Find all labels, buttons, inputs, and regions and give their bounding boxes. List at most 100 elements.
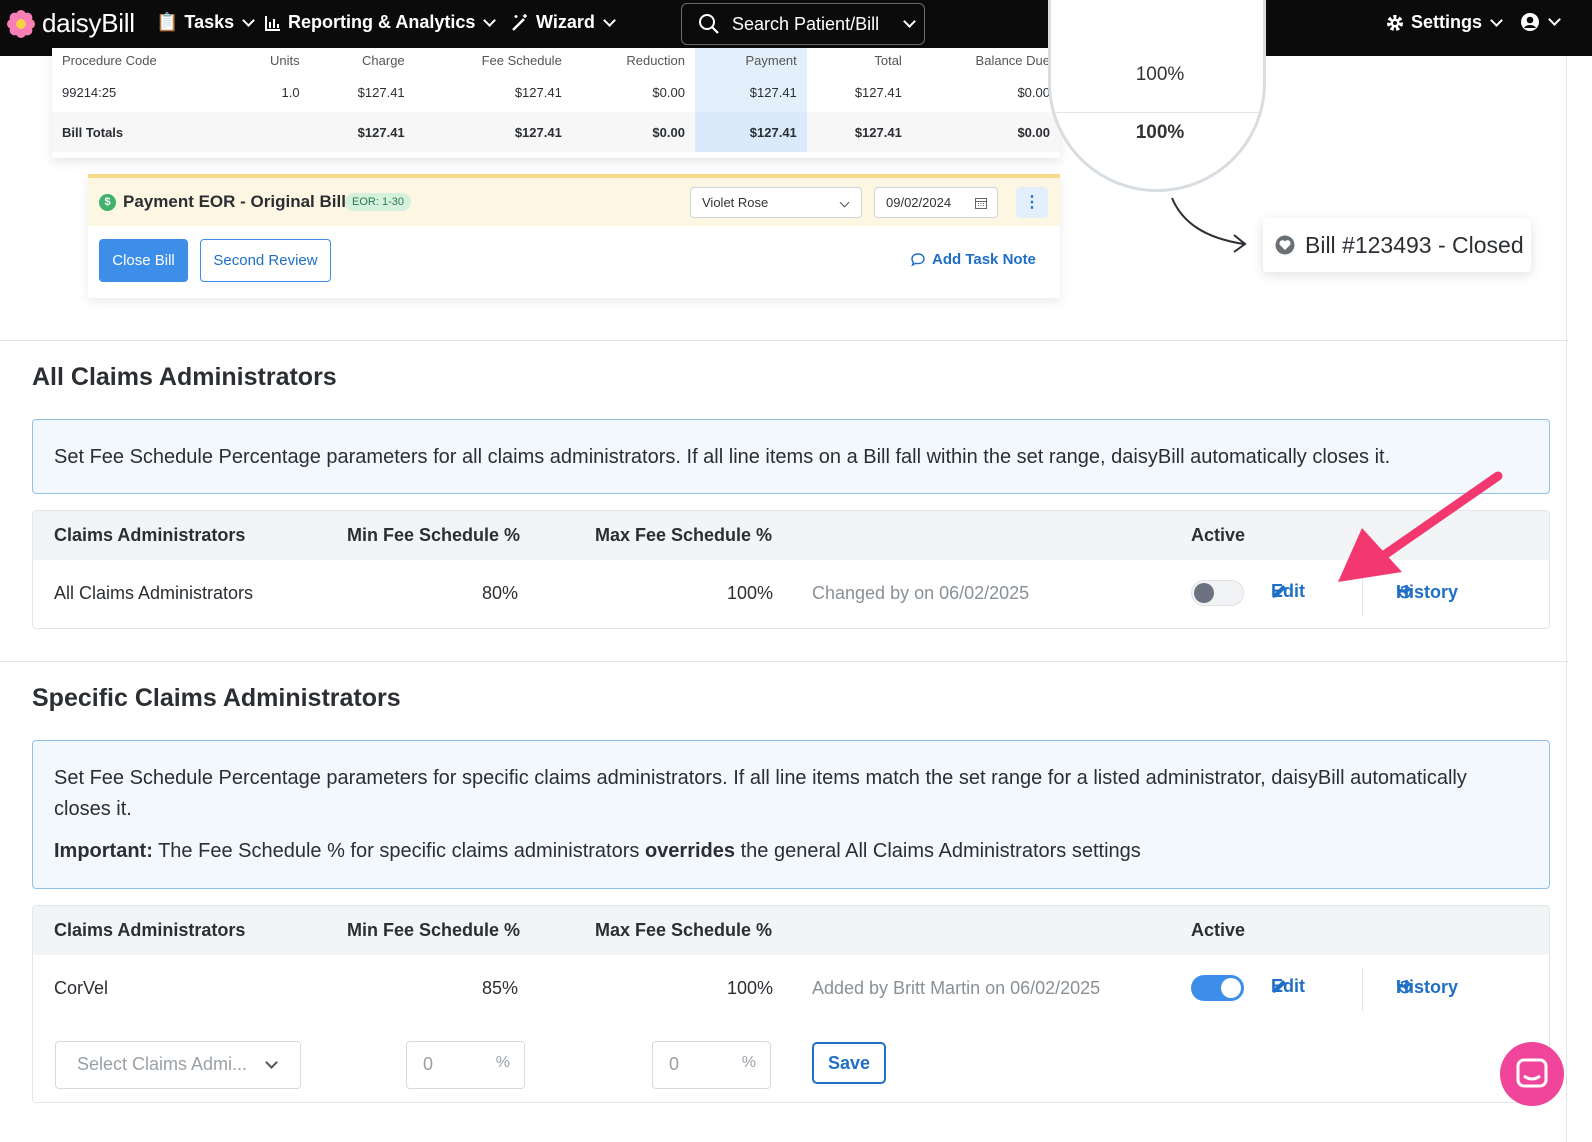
min-fee-input[interactable]: 0 % — [406, 1041, 525, 1089]
pointer-arrow-icon — [1338, 471, 1503, 582]
assignee-value: Violet Rose — [702, 195, 769, 210]
assignee-select[interactable]: Violet Rose — [690, 187, 862, 218]
search-icon — [699, 14, 719, 34]
percent-suffix: % — [495, 1054, 510, 1071]
nav-user-menu[interactable] — [1520, 12, 1561, 32]
heart-icon — [1275, 235, 1295, 255]
logo-text: daisyBill — [42, 8, 135, 38]
table-header: Claims Administrators Min Fee Schedule %… — [33, 511, 1549, 560]
specific-admins-info: Set Fee Schedule Percentage parameters f… — [32, 740, 1550, 889]
date-input[interactable]: 09/02/2024 — [874, 187, 998, 218]
col-min-fee: Min Fee Schedule % — [347, 920, 521, 940]
chevron-down-icon — [602, 13, 616, 27]
active-toggle[interactable] — [1191, 975, 1244, 1001]
all-admins-info: Set Fee Schedule Percentage parameters f… — [32, 419, 1550, 494]
nav-reporting[interactable]: Reporting & Analytics — [264, 12, 497, 33]
close-bill-button[interactable]: Close Bill — [99, 239, 188, 282]
col-max-fee: Max Fee Schedule % — [595, 920, 773, 940]
col-units: Units — [269, 52, 300, 68]
edit-link[interactable]: Edit — [1271, 976, 1305, 996]
max-fee-input-value: 0 — [669, 1054, 680, 1074]
min-fee-value: 80% — [482, 583, 519, 603]
calendar-icon — [975, 198, 987, 209]
search-patient-bill[interactable]: Search Patient/Bill — [681, 3, 925, 45]
specific-admins-table: Claims Administrators Min Fee Schedule %… — [32, 905, 1550, 1103]
all-admins-title: All Claims Administrators — [32, 363, 337, 391]
history-dropdown[interactable]: History — [1396, 977, 1458, 997]
edit-label: Edit — [1271, 581, 1305, 601]
important-label: Important: — [54, 840, 153, 862]
cell — [231, 112, 310, 152]
col-reduction: Reduction — [626, 52, 685, 68]
col-active: Active — [1191, 525, 1246, 545]
cell: $127.41 — [309, 112, 415, 152]
col-min-fee: Min Fee Schedule % — [347, 525, 521, 545]
eor-title: Payment EOR - Original Bill — [123, 192, 346, 211]
admin-name: CorVel — [54, 978, 109, 998]
cell: $127.41 — [694, 112, 807, 152]
table-row: 99214:25 1.0 $127.41 $127.41 $0.00 $127.… — [52, 72, 1060, 112]
cell: $0.00 — [911, 112, 1060, 152]
daisybill-logo[interactable]: daisyBill — [6, 8, 135, 39]
magnifier-callout: 100% 100% — [1048, 0, 1266, 192]
specific-admins-title: Specific Claims Administrators — [32, 684, 401, 712]
nav-tasks[interactable]: 📋 Tasks — [156, 12, 255, 33]
bill-status-text: Bill #123493 - Closed — [1305, 231, 1524, 258]
col-charge: Charge — [362, 52, 405, 68]
changed-by-text: Changed by on 06/02/2025 — [812, 583, 1030, 603]
bill-line-items-table: Procedure Code Units Charge Fee Schedule… — [52, 48, 1060, 152]
bill-line-items-card: Procedure Code Units Charge Fee Schedule… — [52, 48, 1060, 158]
nav-tasks-label: Tasks — [184, 12, 235, 32]
col-max-fee: Max Fee Schedule % — [595, 525, 773, 545]
col-payment: Payment — [694, 48, 807, 72]
comment-icon — [911, 252, 925, 266]
select-claims-admin[interactable]: Select Claims Admi... — [55, 1041, 301, 1089]
table-row: CorVel 85% 100% Added by Britt Martin on… — [33, 955, 1549, 1023]
user-avatar-icon — [1521, 13, 1539, 31]
cell: $127.41 — [414, 112, 572, 152]
percent-suffix: % — [741, 1054, 756, 1071]
active-toggle[interactable] — [1191, 580, 1244, 606]
nav-settings-label: Settings — [1411, 12, 1483, 32]
chevron-down-icon — [242, 13, 255, 27]
chat-launcher[interactable] — [1500, 1042, 1564, 1106]
save-button[interactable]: Save — [812, 1042, 886, 1084]
nav-wizard-label: Wizard — [536, 12, 595, 32]
all-admins-table: Claims Administrators Min Fee Schedule %… — [32, 510, 1550, 629]
section-divider — [0, 340, 1568, 341]
min-fee-value: 85% — [482, 978, 519, 998]
bill-status-tag: Bill #123493 - Closed — [1263, 218, 1531, 272]
cell: 99214:25 — [62, 84, 117, 100]
cell: $127.41 — [694, 72, 807, 112]
min-fee-input-value: 0 — [423, 1054, 434, 1074]
page-edge-rule — [1566, 56, 1567, 1142]
cell: $127.41 — [514, 84, 562, 100]
curved-arrow-icon — [1171, 197, 1247, 253]
more-options-button[interactable]: ⋮ — [1016, 187, 1048, 218]
chat-icon — [1516, 1058, 1548, 1088]
edit-link[interactable]: Edit — [1271, 581, 1305, 601]
toggle-knob — [1221, 978, 1241, 998]
add-task-note-link[interactable]: Add Task Note — [910, 251, 1036, 268]
col-procedure-code: Procedure Code — [62, 52, 157, 68]
dollar-icon: $ — [99, 194, 116, 211]
add-task-note-label: Add Task Note — [932, 251, 1036, 268]
cell: $127.41 — [357, 84, 405, 100]
clipboard-icon: 📋 — [156, 12, 179, 32]
second-review-button[interactable]: Second Review — [200, 239, 331, 282]
added-by-text: Added by Britt Martin on 06/02/2025 — [812, 978, 1101, 998]
all-admins-info-text: Set Fee Schedule Percentage parameters f… — [54, 446, 1391, 468]
table-row: All Claims Administrators 80% 100% Chang… — [33, 560, 1549, 628]
nav-reporting-label: Reporting & Analytics — [288, 12, 476, 32]
max-fee-input[interactable]: 0 % — [652, 1041, 771, 1089]
col-balance-due: Balance Due — [975, 52, 1050, 68]
search-label: Search Patient/Bill — [732, 13, 880, 34]
cell: $0.00 — [1017, 84, 1050, 100]
nav-wizard[interactable]: Wizard — [510, 12, 616, 33]
add-admin-form: Select Claims Admi... 0 % 0 % Save — [33, 1023, 1549, 1102]
nav-settings[interactable]: Settings — [1385, 12, 1503, 33]
chevron-down-icon — [265, 1056, 278, 1069]
edit-label: Edit — [1271, 976, 1305, 996]
bill-table-header: Procedure Code Units Charge Fee Schedule… — [52, 48, 1060, 72]
cell: Bill Totals — [52, 112, 232, 152]
